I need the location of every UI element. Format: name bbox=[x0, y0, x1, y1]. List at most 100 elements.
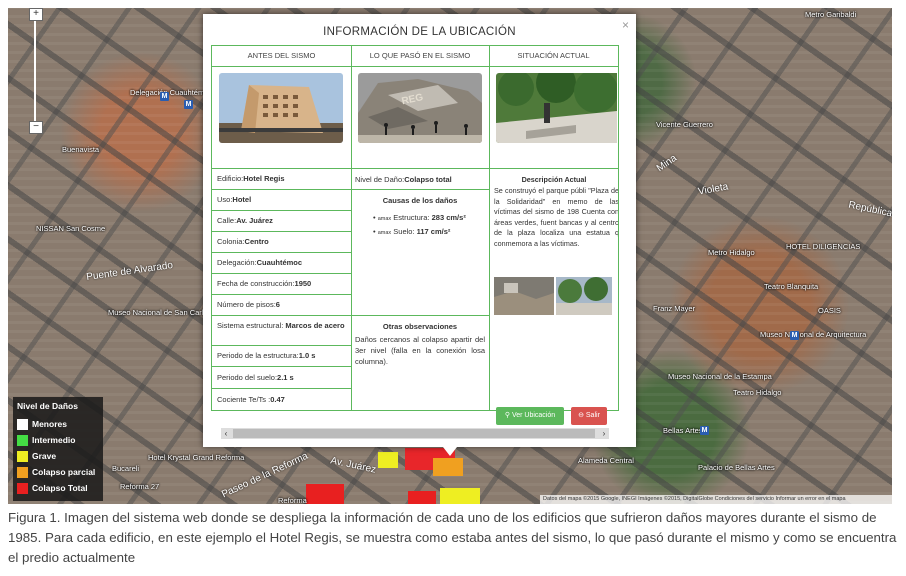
zoom-in-button[interactable]: + bbox=[29, 8, 43, 21]
info-grid: ANTES DEL SISMO LO QUE PASÓ EN EL SISMO … bbox=[211, 45, 619, 411]
map-label: Hotel Krystal Grand Reforma bbox=[148, 453, 245, 462]
field-floors: Número de pisos: 6 bbox=[212, 294, 351, 315]
figure-caption: Figura 1. Imagen del sistema web donde s… bbox=[8, 510, 897, 565]
map-label: Delegación Cuauhtémoc bbox=[130, 88, 213, 97]
column-header-current: SITUACIÓN ACTUAL bbox=[489, 46, 618, 67]
field-construction-date: Fecha de construcción: 1950 bbox=[212, 273, 351, 294]
field-value: 6 bbox=[275, 300, 280, 309]
building-marker[interactable] bbox=[378, 452, 398, 468]
map-label: Museo Nacional de Arquitectura bbox=[760, 330, 867, 339]
other-observations: Otras observaciones Daños cercanos al co… bbox=[351, 315, 489, 410]
zoom-control[interactable]: + − bbox=[26, 8, 44, 136]
legend-swatch bbox=[17, 450, 28, 462]
map-label: Teatro Blanquita bbox=[764, 282, 819, 291]
building-marker[interactable] bbox=[433, 458, 463, 476]
location-pin-icon[interactable] bbox=[443, 447, 457, 456]
cause-label: Suelo: bbox=[393, 227, 417, 236]
field-label: Uso: bbox=[217, 195, 233, 204]
photo-current-2 bbox=[556, 277, 612, 315]
field-label: Fecha de construcción: bbox=[217, 279, 295, 288]
damage-level-label: Nivel de Daño: bbox=[355, 174, 405, 184]
field-label: Delegación: bbox=[217, 258, 257, 267]
legend-title: Nivel de Daños bbox=[17, 401, 78, 411]
scrollbar-thumb[interactable] bbox=[233, 429, 595, 438]
building-marker[interactable] bbox=[440, 488, 480, 504]
field-label: Cociente Te/Ts : bbox=[217, 394, 271, 404]
metro-icon: M bbox=[160, 92, 169, 101]
column-header-during: LO QUE PASÓ EN EL SISMO bbox=[351, 46, 489, 67]
field-use: Uso: Hotel bbox=[212, 189, 351, 210]
legend-swatch bbox=[17, 466, 28, 478]
field-delegation: Delegación: Cuauhtémoc bbox=[212, 252, 351, 273]
legend-label: Colapso parcial bbox=[32, 467, 96, 477]
horizontal-scrollbar[interactable]: ‹ › bbox=[221, 428, 609, 439]
map-label: Bucareli bbox=[112, 464, 140, 473]
legend-item: Colapso parcial bbox=[17, 464, 99, 480]
modal-title: INFORMACIÓN DE LA UBICACIÓN bbox=[323, 26, 516, 38]
photo-during-earthquake: REG bbox=[358, 73, 482, 143]
map-road-label: Mina bbox=[654, 152, 679, 175]
metro-icon: M bbox=[790, 331, 799, 340]
field-period-ratio: Cociente Te/Ts : 0.47 bbox=[212, 388, 351, 410]
building-marker[interactable] bbox=[306, 484, 344, 504]
map-label: Museo Nacional de la Estampa bbox=[668, 372, 772, 381]
building-marker[interactable] bbox=[408, 491, 436, 504]
field-value: 0.47 bbox=[270, 394, 285, 404]
view-location-button[interactable]: ⚲ Ver Ubicación bbox=[496, 407, 564, 425]
metro-icon: M bbox=[700, 426, 709, 435]
causes-title: Causas de los daños bbox=[382, 196, 458, 205]
zoom-slider-track[interactable] bbox=[34, 18, 36, 128]
map-label: Alameda Central bbox=[578, 456, 634, 465]
legend-item: Menores bbox=[17, 416, 99, 432]
map-label: Franz Mayer bbox=[653, 304, 696, 313]
map-label: Bellas Artes bbox=[663, 426, 703, 435]
map-label: Reforma bbox=[278, 496, 307, 504]
damage-level: Nivel de Daño: Colapso total bbox=[351, 168, 489, 189]
legend-label: Grave bbox=[32, 451, 57, 461]
cause-value: 117 cm/s² bbox=[416, 227, 451, 236]
current-description: Descripción Actual Se construyó el parqu… bbox=[490, 168, 618, 410]
field-label: Calle: bbox=[217, 216, 237, 225]
view-location-label: Ver Ubicación bbox=[511, 412, 556, 419]
current-description-text: Se construyó el parque públi "Plaza de l… bbox=[494, 186, 618, 248]
map-label: Reforma 27 bbox=[120, 482, 160, 491]
field-value: 1.0 s bbox=[298, 351, 316, 360]
map-road-label: República bbox=[847, 199, 892, 220]
field-structure-period: Periodo de la estructura: 1.0 s bbox=[212, 345, 351, 366]
damage-level-value: Colapso total bbox=[404, 174, 452, 184]
exit-label: Salir bbox=[585, 412, 600, 419]
metro-icon: M bbox=[184, 100, 193, 109]
map-label: Metro Garibaldi bbox=[805, 10, 857, 19]
field-neighborhood: Colonia: Centro bbox=[212, 231, 351, 252]
scroll-left-icon[interactable]: ‹ bbox=[221, 428, 231, 439]
photo-current-situation bbox=[496, 73, 617, 143]
map-label: Museo Nacional de San Carlos bbox=[108, 308, 212, 317]
field-label: Sistema estructural: bbox=[217, 321, 286, 330]
field-building: Edificio: Hotel Regis bbox=[212, 168, 351, 189]
legend-swatch bbox=[17, 434, 28, 446]
damage-causes: Causas de los daños • amax Estructura: 2… bbox=[351, 189, 489, 315]
legend-swatch bbox=[17, 418, 28, 430]
minus-circle-icon: ⊖ bbox=[578, 412, 586, 419]
zoom-out-button[interactable]: − bbox=[29, 121, 43, 134]
field-label: Número de pisos: bbox=[217, 300, 276, 309]
field-value: 1950 bbox=[294, 279, 312, 288]
map-label: Vicente Guerrero bbox=[656, 120, 713, 129]
column-header-before: ANTES DEL SISMO bbox=[212, 46, 351, 67]
scroll-right-icon[interactable]: › bbox=[599, 428, 609, 439]
legend-swatch bbox=[17, 482, 28, 494]
map-road-label: Puente de Alvarado bbox=[85, 259, 174, 284]
close-icon[interactable]: × bbox=[622, 18, 629, 32]
field-value: 2.1 s bbox=[277, 372, 294, 382]
legend-item: Grave bbox=[17, 448, 99, 464]
cause-sub: amax bbox=[377, 230, 392, 236]
field-value: Centro bbox=[244, 237, 269, 246]
exit-button[interactable]: ⊖ Salir bbox=[571, 407, 607, 425]
attribution-text: Datos del mapa ©2015 Google, INEGI Imáge… bbox=[543, 496, 846, 502]
map-label: Buenavista bbox=[62, 145, 100, 154]
map-label: NISSAN San Cosme bbox=[36, 224, 106, 233]
map-attribution: Datos del mapa ©2015 Google, INEGI Imáge… bbox=[540, 495, 892, 504]
field-soil-period: Periodo del suelo: 2.1 s bbox=[212, 366, 351, 388]
field-label: Periodo del suelo: bbox=[217, 372, 278, 382]
photo-current-1 bbox=[494, 277, 554, 315]
